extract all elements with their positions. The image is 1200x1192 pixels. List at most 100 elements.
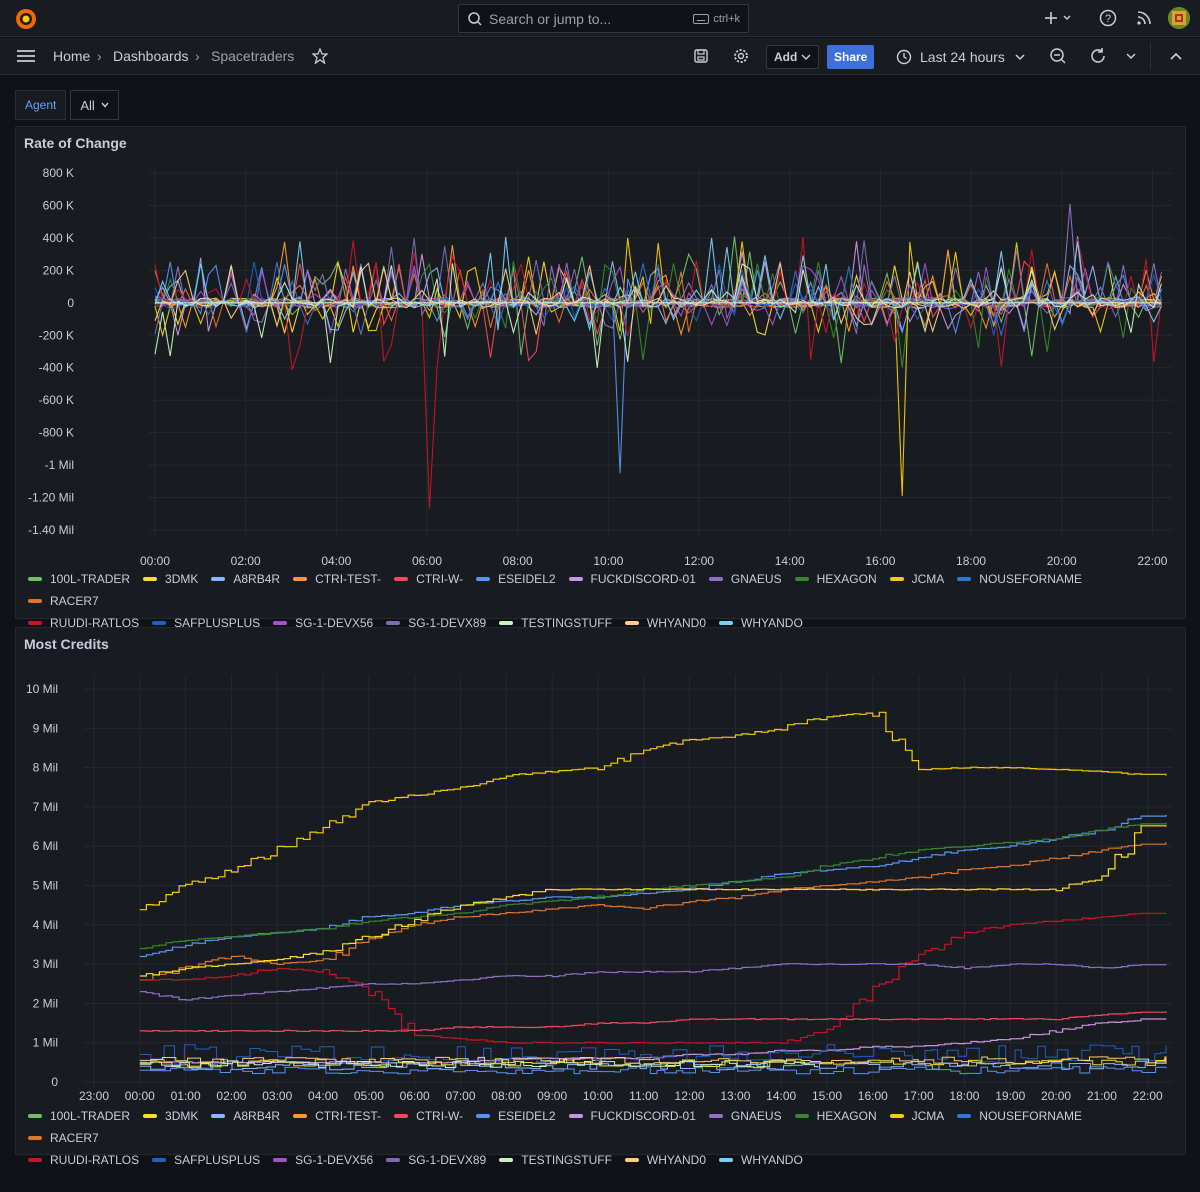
x-tick-label: 02:00 [216, 1089, 246, 1103]
legend-label: WHYAND0 [646, 1153, 707, 1167]
legend-item[interactable]: SG-1-DEVX89 [386, 1149, 486, 1171]
legend-item[interactable]: 3DMK [143, 1105, 198, 1127]
refresh-icon[interactable] [1088, 46, 1108, 66]
breadcrumb-home[interactable]: Home [53, 48, 90, 64]
x-tick-label: 06:00 [400, 1089, 430, 1103]
panel-title: Rate of Change [24, 135, 127, 151]
legend-label: HEXAGON [816, 572, 877, 586]
legend-swatch [273, 621, 288, 625]
zoom-out-icon[interactable] [1048, 46, 1068, 66]
legend-item[interactable]: RUUDI-RATLOS [28, 1149, 139, 1171]
x-tick-label: 21:00 [1087, 1089, 1117, 1103]
help-icon[interactable]: ? [1098, 8, 1118, 28]
legend-item[interactable]: CTRI-TEST- [293, 568, 381, 590]
x-tick-label: 18:00 [956, 554, 986, 568]
legend-item[interactable]: A8RB4R [211, 568, 280, 590]
legend-item[interactable]: 100L-TRADER [28, 568, 130, 590]
settings-gear-icon[interactable] [731, 46, 751, 66]
refresh-interval-chevron-icon[interactable] [1121, 46, 1141, 66]
time-picker[interactable]: Last 24 hours [896, 46, 1025, 68]
legend-item[interactable]: A8RB4R [211, 1105, 280, 1127]
legend-item[interactable]: NOUSEFORNAME [957, 1105, 1082, 1127]
legend-item[interactable]: GNAEUS [708, 1105, 782, 1127]
star-icon[interactable] [310, 46, 330, 66]
legend-label: TESTINGSTUFF [521, 1153, 612, 1167]
y-tick-label: 400 K [43, 231, 74, 245]
legend-swatch [28, 577, 42, 581]
legend-swatch [708, 1114, 723, 1118]
chevron-up-icon[interactable] [1166, 46, 1186, 66]
legend-item[interactable]: CTRI-W- [394, 1105, 463, 1127]
legend-swatch [476, 577, 491, 581]
legend-swatch [386, 621, 401, 625]
agent-variable-select[interactable]: All [70, 90, 119, 120]
legend-label: CTRI-W- [416, 572, 464, 586]
x-tick-label: 01:00 [171, 1089, 201, 1103]
legend-label: CTRI-TEST- [315, 572, 382, 586]
x-tick-label: 08:00 [491, 1089, 521, 1103]
legend-item[interactable]: CTRI-W- [394, 568, 463, 590]
x-tick-label: 03:00 [262, 1089, 292, 1103]
legend-item[interactable]: WHYANDO [719, 1149, 803, 1171]
menu-icon[interactable] [16, 46, 36, 66]
share-button[interactable]: Share [827, 45, 875, 69]
legend-item[interactable]: SAFPLUSPLUS [152, 1149, 260, 1171]
breadcrumb-dashboards[interactable]: Dashboards [113, 48, 189, 64]
legend-item[interactable]: JCMA [889, 568, 945, 590]
legend-item[interactable]: NOUSEFORNAME [957, 568, 1082, 590]
legend-item[interactable]: FUCKDISCORD-01 [568, 1105, 696, 1127]
legend-swatch [568, 1114, 583, 1118]
legend-item[interactable]: RACER7 [28, 590, 99, 612]
x-tick-label: 12:00 [675, 1089, 705, 1103]
save-icon[interactable] [691, 46, 711, 66]
add-button[interactable]: Add [766, 45, 820, 69]
x-tick-label: 10:00 [583, 1089, 613, 1103]
news-feed-icon[interactable] [1134, 8, 1154, 28]
panel-title: Most Credits [24, 636, 109, 652]
x-tick-label: 12:00 [684, 554, 714, 568]
legend-item[interactable]: WHYAND0 [624, 1149, 707, 1171]
legend-item[interactable]: RACER7 [28, 1127, 99, 1149]
series-line-fuckdiscord-01 [139, 1018, 1167, 1064]
grafana-logo-icon[interactable] [14, 7, 38, 31]
x-tick-label: 17:00 [904, 1089, 934, 1103]
most-credits-chart: 10 Mil 9 Mil 8 Mil 7 Mil 6 Mil 5 Mil 4 Mil 3 Mi… [26, 675, 1172, 1103]
search-shortcut: ctrl+k [693, 13, 740, 25]
x-tick-label: 20:00 [1041, 1089, 1071, 1103]
legend-item[interactable]: ESEIDEL2 [476, 1105, 556, 1127]
user-avatar[interactable] [1168, 7, 1190, 29]
legend-item[interactable]: HEXAGON [794, 568, 877, 590]
y-tick-label: 5 Mil [33, 879, 58, 893]
legend-label: 3DMK [165, 1109, 199, 1123]
legend-item[interactable]: CTRI-TEST- [293, 1105, 381, 1127]
legend-item[interactable]: JCMA [889, 1105, 944, 1127]
x-tick-label: 14:00 [775, 554, 805, 568]
x-tick-label: 02:00 [231, 554, 261, 568]
legend-item[interactable]: FUCKDISCORD-01 [568, 568, 696, 590]
legend-swatch [957, 577, 972, 581]
y-tick-label: 600 K [43, 198, 74, 212]
agent-variable-label: Agent [15, 90, 67, 120]
plus-icon [1045, 12, 1071, 24]
search-placeholder: Search or jump to... [489, 10, 612, 27]
y-tick-label: 0 [51, 1075, 58, 1089]
most-credits-panel[interactable]: Most Credits 10 Mil 9 Mil 8 Mil 7 Mil 6 Mil 5… [15, 627, 1186, 1167]
new-menu-button[interactable] [1043, 8, 1075, 28]
legend-label: JCMA [911, 572, 945, 586]
legend-item[interactable]: ESEIDEL2 [476, 568, 556, 590]
chevron-down-icon [1015, 54, 1025, 61]
search-input[interactable]: Search or jump to... ctrl+k [458, 4, 749, 33]
legend-item[interactable]: GNAEUS [708, 568, 782, 590]
legend-item[interactable]: HEXAGON [794, 1105, 877, 1127]
legend-swatch [28, 1136, 42, 1140]
legend-item[interactable]: 100L-TRADER [28, 1105, 130, 1127]
legend-label: 100L-TRADER [50, 572, 131, 586]
legend-item[interactable]: SG-1-DEVX56 [273, 1149, 373, 1171]
rate-legend: 100L-TRADER 3DMK A8RB4R CTRI-TEST- CTRI-W- ES… [28, 568, 1178, 634]
legend-item[interactable]: TESTINGSTUFF [499, 1149, 612, 1171]
rate-of-change-panel[interactable]: Rate of Change 800 K 600 K 400 K 200 K 0 -200… [15, 126, 1186, 630]
legend-swatch [211, 577, 226, 581]
series-line-racer7 [139, 842, 1167, 981]
legend-item[interactable]: 3DMK [143, 568, 198, 590]
x-tick-label: 00:00 [140, 554, 170, 568]
